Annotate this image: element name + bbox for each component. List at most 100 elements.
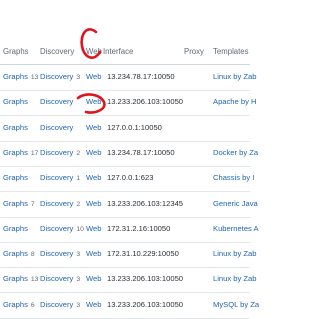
column-header-proxy[interactable]: Proxy bbox=[184, 40, 204, 64]
graphs-link[interactable]: Graphs bbox=[3, 217, 31, 241]
discovery-count: 2 bbox=[76, 149, 81, 157]
graphs-link[interactable]: Graphs bbox=[3, 90, 31, 114]
interface-value: 172.31.2.16:10050 bbox=[107, 223, 171, 233]
template-link[interactable]: Linux by Zab bbox=[213, 242, 256, 266]
graphs-link[interactable]: Graphs 7 bbox=[3, 192, 35, 216]
graphs-link-label[interactable]: Graphs bbox=[3, 274, 28, 283]
column-header-web[interactable]: Web bbox=[86, 40, 102, 64]
discovery-count: 3 bbox=[76, 301, 81, 309]
discovery-count: 3 bbox=[76, 251, 81, 259]
template-link[interactable]: Apache by H bbox=[213, 90, 256, 114]
web-link[interactable]: Web bbox=[86, 166, 101, 190]
graphs-count: 13 bbox=[30, 74, 39, 81]
interface-value: 13.233.206.103:10050 bbox=[107, 299, 184, 309]
graphs-link[interactable]: Graphs 8 bbox=[3, 242, 35, 266]
table-row: Graphs Discovery Web 13.233.206.103:10050 Ap… bbox=[0, 90, 256, 117]
graphs-link-label[interactable]: Graphs bbox=[3, 249, 28, 258]
graphs-count: 7 bbox=[30, 200, 35, 208]
interface-value: 13.234.78.17:10050 bbox=[107, 147, 175, 157]
discovery-link-label[interactable]: Discovery bbox=[40, 97, 73, 106]
discovery-link-label[interactable]: Discovery bbox=[40, 224, 73, 233]
graphs-link-label[interactable]: Graphs bbox=[3, 72, 28, 81]
graphs-link-label[interactable]: Graphs bbox=[3, 97, 28, 106]
discovery-link-label[interactable]: Discovery bbox=[40, 199, 73, 208]
web-link[interactable]: Web bbox=[86, 192, 101, 216]
web-link[interactable]: Web bbox=[86, 65, 101, 89]
interface-value: 13.234.78.17:10050 bbox=[107, 72, 175, 81]
graphs-count: 8 bbox=[30, 251, 35, 259]
discovery-link-label[interactable]: Discovery bbox=[40, 274, 73, 283]
web-link[interactable]: Web bbox=[86, 267, 101, 291]
discovery-count: 1 bbox=[76, 175, 81, 183]
column-header-discovery[interactable]: Discovery bbox=[40, 40, 74, 64]
table-row: Graphs Discovery 10 Web 172.31.2.16:10050 Kub… bbox=[0, 217, 259, 243]
discovery-link[interactable]: Discovery bbox=[40, 116, 76, 140]
template-link[interactable]: Kubernetes A bbox=[213, 217, 259, 241]
discovery-link[interactable]: Discovery 2 bbox=[40, 141, 80, 165]
discovery-link[interactable]: Discovery bbox=[40, 90, 76, 114]
discovery-count: 3 bbox=[76, 276, 81, 284]
discovery-link-label[interactable]: Discovery bbox=[40, 300, 73, 309]
graphs-link-label[interactable]: Graphs bbox=[3, 148, 28, 157]
web-link[interactable]: Web bbox=[86, 116, 101, 140]
graphs-link[interactable]: Graphs 17 bbox=[3, 141, 38, 165]
graphs-count: 6 bbox=[30, 301, 35, 309]
hosts-table: Graphs Discovery Web Interface Proxy Tem… bbox=[0, 0, 259, 319]
discovery-link-label[interactable]: Discovery bbox=[40, 173, 73, 182]
discovery-link[interactable]: Discovery 2 bbox=[40, 192, 80, 216]
discovery-link-label[interactable]: Discovery bbox=[40, 123, 73, 132]
graphs-link-label[interactable]: Graphs bbox=[3, 173, 28, 182]
graphs-link[interactable]: Graphs bbox=[3, 116, 31, 140]
discovery-count: 10 bbox=[76, 225, 84, 233]
interface-value: 172.31.10.229:10050 bbox=[107, 249, 179, 259]
interface-value: 127.0.0.1:10050 bbox=[107, 122, 162, 132]
discovery-link[interactable]: Discovery 3 bbox=[40, 267, 80, 291]
template-link[interactable]: Generic Java bbox=[213, 192, 258, 216]
table-row: Graphs 13 Discovery 3 Web 13.234.78.17:10050 L… bbox=[0, 65, 256, 91]
column-header-templates[interactable]: Templates bbox=[213, 40, 249, 64]
discovery-count: 3 bbox=[76, 74, 81, 81]
graphs-link-label[interactable]: Graphs bbox=[3, 123, 28, 132]
discovery-link-label[interactable]: Discovery bbox=[40, 72, 73, 81]
interface-value: 127.0.0.1:623 bbox=[107, 173, 154, 183]
graphs-link[interactable]: Graphs 13 bbox=[3, 267, 38, 291]
column-header-graphs[interactable]: Graphs bbox=[3, 40, 29, 64]
template-link[interactable]: MySQL by Za bbox=[213, 293, 259, 317]
web-link[interactable]: Web bbox=[86, 90, 101, 114]
discovery-link[interactable]: Discovery 1 bbox=[40, 166, 80, 190]
graphs-link[interactable]: Graphs bbox=[3, 166, 31, 190]
web-link[interactable]: Web bbox=[86, 242, 101, 266]
table-row: Graphs 8 Discovery 3 Web 172.31.10.229:10050 L… bbox=[0, 242, 256, 269]
discovery-count: 2 bbox=[76, 200, 81, 208]
discovery-link[interactable]: Discovery 3 bbox=[40, 293, 80, 317]
graphs-link[interactable]: Graphs 6 bbox=[3, 293, 35, 317]
table-row: Graphs 13 Discovery 3 Web 13.233.206.103:1005… bbox=[0, 267, 256, 294]
table-row: Graphs Discovery Web 127.0.0.1:10050 bbox=[0, 116, 250, 142]
table-header: Graphs Discovery Web Interface Proxy Tem… bbox=[0, 40, 250, 65]
graphs-link-label[interactable]: Graphs bbox=[3, 300, 28, 309]
interface-value: 13.233.206.103:12345 bbox=[107, 198, 184, 208]
table-row: Graphs 17 Discovery 2 Web 13.234.78.17:10050 D… bbox=[0, 141, 258, 167]
discovery-link[interactable]: Discovery 3 bbox=[40, 65, 80, 89]
graphs-count: 17 bbox=[30, 149, 39, 157]
web-link[interactable]: Web bbox=[86, 217, 101, 241]
graphs-count: 13 bbox=[30, 276, 39, 284]
template-link[interactable]: Docker by Za bbox=[213, 141, 258, 165]
table-row: Graphs Discovery 1 Web 127.0.0.1:623 Chassis … bbox=[0, 166, 254, 193]
discovery-link-label[interactable]: Discovery bbox=[40, 249, 73, 258]
discovery-link-label[interactable]: Discovery bbox=[40, 148, 73, 157]
table-row: Graphs 6 Discovery 3 Web 13.233.206.103:10050… bbox=[0, 293, 259, 319]
web-link[interactable]: Web bbox=[86, 293, 101, 317]
template-link[interactable]: Linux by Zab bbox=[213, 267, 256, 291]
discovery-link[interactable]: Discovery 10 bbox=[40, 217, 84, 241]
column-header-interface[interactable]: Interface bbox=[103, 40, 133, 64]
interface-value: 13.233.206.103:10050 bbox=[107, 97, 184, 107]
web-link[interactable]: Web bbox=[86, 141, 101, 165]
graphs-link[interactable]: Graphs 13 bbox=[3, 65, 38, 89]
template-link[interactable]: Linux by Zab bbox=[213, 65, 256, 89]
graphs-link-label[interactable]: Graphs bbox=[3, 199, 28, 208]
graphs-link-label[interactable]: Graphs bbox=[3, 224, 28, 233]
interface-value: 13.233.206.103:10050 bbox=[107, 274, 184, 284]
template-link[interactable]: Chassis by I bbox=[213, 166, 254, 190]
discovery-link[interactable]: Discovery 3 bbox=[40, 242, 80, 266]
